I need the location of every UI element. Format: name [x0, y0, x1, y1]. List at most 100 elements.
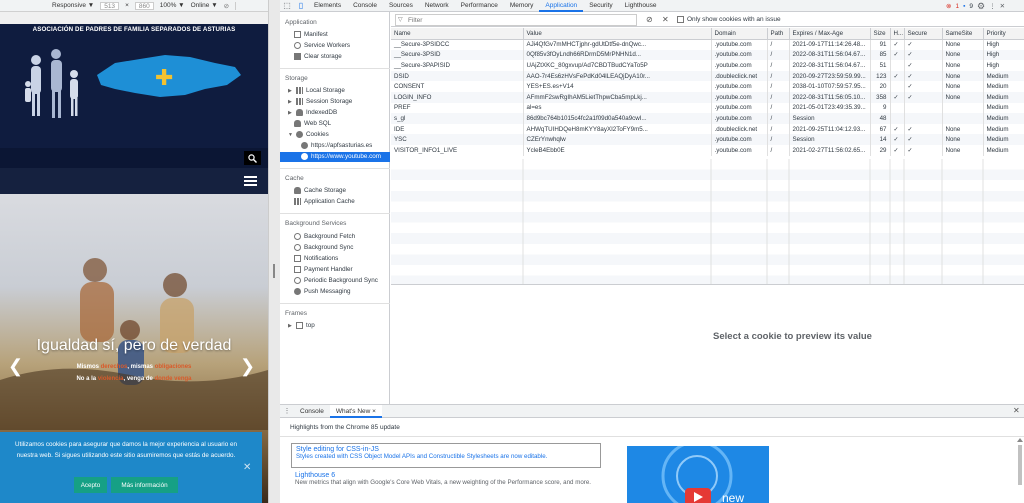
slider-prev-icon[interactable]: ❮ [8, 356, 23, 377]
expand-arrow-icon[interactable]: ▶ [288, 110, 293, 116]
accept-cookies-button[interactable]: Acepto [74, 477, 107, 493]
hamburger-menu-icon[interactable] [244, 176, 257, 186]
drawer-tabbar: ⋮ Console What's New × [280, 404, 1024, 418]
sidebar-item-clear-storage[interactable]: Clear storage [294, 53, 342, 60]
whats-new-card-title[interactable]: Lighthouse 6 [295, 472, 597, 479]
column-header-domain[interactable]: Domain [711, 28, 768, 40]
sidebar-item-background-fetch[interactable]: Background Fetch [294, 233, 355, 240]
column-header-size[interactable]: Size [870, 28, 891, 40]
sidebar-item-service-workers[interactable]: Service Workers [294, 42, 350, 49]
tab-elements[interactable]: Elements [308, 0, 347, 12]
resize-splitter[interactable] [268, 0, 280, 503]
table-row[interactable]: __Secure-3PSIDCC AJi4QfGv7mMHCTjphr-gdUtD… [391, 39, 1024, 50]
rotate-icon[interactable]: ⊘ [224, 2, 229, 10]
more-options-icon[interactable]: ⋮ [989, 2, 996, 10]
table-row[interactable]: CONSENT YES+ES.es+V14 .youtube.com/2038-01… [391, 81, 1024, 92]
drawer-tab-console[interactable]: Console [294, 405, 330, 418]
whats-new-video-thumbnail[interactable]: new [627, 446, 769, 503]
close-drawer-icon[interactable]: ✕ [1013, 406, 1020, 415]
slider-next-icon[interactable]: ❯ [240, 356, 255, 377]
column-header-httponly[interactable]: H... [890, 28, 905, 40]
zoom-select[interactable]: 100% ▼ [160, 2, 185, 9]
device-mode-select[interactable]: Responsive ▼ [52, 2, 94, 9]
close-tab-icon[interactable]: × [372, 408, 376, 415]
column-header-priority[interactable]: Priority [983, 28, 1024, 40]
only-issues-checkbox[interactable] [677, 16, 684, 23]
sidebar-item-payment-handler[interactable]: Payment Handler [294, 266, 353, 273]
filter-input[interactable] [395, 14, 637, 26]
sidebar-item-notifications[interactable]: Notifications [294, 255, 338, 262]
table-row[interactable]: LOGIN_INFO AFmmF2swRgIhAM5LietThpwCba5mpL… [391, 91, 1024, 103]
column-header-secure[interactable]: Secure [904, 28, 943, 40]
cell-size: 67 [870, 123, 891, 135]
cell-secure: ✓ [904, 49, 943, 61]
network-throttle-select[interactable]: Online ▼ [191, 2, 218, 9]
tab-lighthouse[interactable]: Lighthouse [619, 0, 663, 12]
column-header-name[interactable]: Name [391, 28, 524, 40]
column-header-samesite[interactable]: SameSite [942, 28, 984, 40]
clear-all-icon[interactable]: ⊘ [646, 15, 653, 24]
sidebar-item-application-cache[interactable]: Application Cache [294, 198, 355, 205]
warning-count[interactable]: 9 [969, 3, 973, 10]
sidebar-item-indexeddb[interactable]: ▶ IndexedDB [288, 109, 337, 116]
sidebar-item-cache-storage[interactable]: Cache Storage [294, 187, 346, 194]
device-height-input[interactable]: 860 [134, 1, 154, 10]
expand-arrow-icon[interactable]: ▶ [288, 323, 293, 329]
sidebar-item-frame-top[interactable]: ▶ top [288, 322, 315, 329]
sidebar-item-local-storage[interactable]: ▶ Local Storage [288, 87, 345, 94]
search-icon[interactable] [244, 151, 261, 165]
tab-security[interactable]: Security [583, 0, 618, 12]
close-devtools-icon[interactable]: ✕ [1000, 2, 1005, 10]
expand-arrow-icon[interactable]: ▶ [288, 88, 293, 94]
table-row[interactable]: PREF al=es .youtube.com/2021-05-01T23:49:3… [391, 102, 1024, 114]
device-width-input[interactable]: 513 [100, 1, 120, 10]
tab-performance[interactable]: Performance [455, 0, 504, 12]
more-tabs-icon[interactable]: ⋮ [280, 405, 294, 417]
resize-handle-icon[interactable] [273, 264, 275, 278]
table-row[interactable]: s_gl 86d9bc764b1015c4fc2a1f09d0a540a9cwI.… [391, 113, 1024, 124]
tab-memory[interactable]: Memory [504, 0, 539, 12]
sidebar-item-background-sync[interactable]: Background Sync [294, 244, 353, 251]
close-icon[interactable]: ✕ [243, 462, 251, 473]
device-toolbar-icon[interactable]: ▯ [294, 0, 308, 12]
column-header-value[interactable]: Value [523, 28, 712, 40]
table-row[interactable]: IDE AHWqTUIHDQeH8mKYY8ayXI2ToFY9m5... .dou… [391, 123, 1024, 135]
tab-network[interactable]: Network [419, 0, 455, 12]
tab-application[interactable]: Application [539, 0, 584, 12]
cell-httponly: ✓ [890, 134, 905, 145]
sidebar-item-periodic-background-sync[interactable]: Periodic Background Sync [294, 277, 378, 284]
sidebar-item-push-messaging[interactable]: Push Messaging [294, 288, 351, 295]
column-header-expires[interactable]: Expires / Max-Age [789, 28, 871, 40]
table-row[interactable]: YSC CZErYnwhqlw .youtube.com / Session 14 ✓ ✓ No… [391, 134, 1024, 145]
gear-icon[interactable]: ⚙ [977, 1, 985, 12]
collapse-arrow-icon[interactable]: ▼ [288, 132, 293, 138]
table-row[interactable]: __Secure-3PAPISID UAjZtXKC_80gxvup/Ad7CBD… [391, 60, 1024, 71]
sidebar-item-cookie-site-youtube[interactable]: https://www.youtube.com [301, 153, 381, 160]
whats-new-card-title[interactable]: Style editing for CSS-in-JS [296, 446, 596, 453]
error-count[interactable]: 1 [955, 3, 959, 10]
table-row[interactable]: __Secure-3PSID 0Qf85v3fOyLndh66RDrmD5MrPN… [391, 49, 1024, 61]
sidebar-item-manifest[interactable]: Manifest [294, 31, 328, 38]
message-icon[interactable]: ▪ [963, 3, 965, 10]
tab-sources[interactable]: Sources [383, 0, 419, 12]
whats-new-card[interactable]: Lighthouse 6 New metrics that align with… [291, 470, 601, 503]
table-row[interactable]: DSID AAO-7r4Es6zHVsFePdKd04lLEAQjDyA10r..… [391, 70, 1024, 82]
drawer-scrollbar[interactable] [1017, 437, 1023, 503]
table-row[interactable]: VISITOR_INFO1_LIVE YcleB4Ebb0E .youtube.co… [391, 144, 1024, 156]
inspect-element-icon[interactable]: ⬚ [280, 0, 294, 12]
error-icon[interactable]: ⊗ [946, 2, 951, 10]
sidebar-item-cookie-site-apfsasturias[interactable]: https://apfsasturias.es [301, 142, 372, 149]
expand-arrow-icon[interactable]: ▶ [288, 99, 293, 105]
site-title[interactable]: ASOCIACIÓN DE PADRES DE FAMILIA SEPARADO… [0, 26, 268, 33]
more-info-button[interactable]: Más información [111, 477, 178, 493]
whats-new-card[interactable]: Style editing for CSS-in-JS Styles creat… [291, 443, 601, 468]
tab-console[interactable]: Console [347, 0, 383, 12]
sidebar-item-cookies[interactable]: ▼ Cookies [288, 131, 329, 138]
sidebar-item-session-storage[interactable]: ▶ Session Storage [288, 98, 352, 105]
cell-domain: .youtube.com [711, 113, 768, 124]
sidebar-divider [280, 303, 390, 304]
drawer-tab-whats-new[interactable]: What's New × [329, 404, 382, 418]
delete-selected-icon[interactable]: ✕ [662, 15, 669, 24]
column-header-path[interactable]: Path [767, 28, 790, 40]
sidebar-item-web-sql[interactable]: Web SQL [294, 120, 331, 127]
